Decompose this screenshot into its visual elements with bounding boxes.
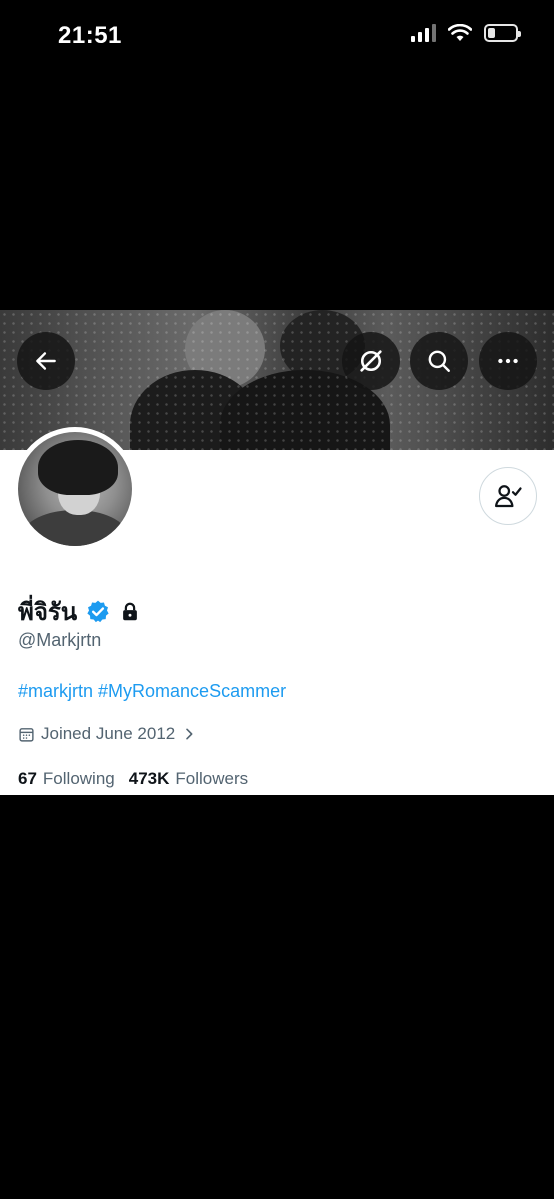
more-button[interactable] (479, 332, 537, 390)
chevron-right-icon (186, 728, 193, 740)
name-row: พี่จิรัน (18, 592, 141, 631)
hashtag-link[interactable]: #MyRomanceScammer (98, 681, 286, 701)
grok-button[interactable] (342, 332, 400, 390)
status-icons (411, 24, 521, 42)
follow-request-button[interactable] (479, 467, 537, 525)
cellular-signal-icon (411, 24, 436, 42)
followers-count[interactable]: 473K (129, 769, 170, 789)
following-label[interactable]: Following (43, 769, 115, 789)
follow-request-icon (495, 485, 522, 508)
status-time: 21:51 (58, 22, 122, 49)
arrow-left-icon (36, 352, 56, 370)
calendar-icon (19, 727, 34, 742)
profile-handle: @Markjrtn (18, 630, 102, 650)
search-icon (428, 350, 450, 372)
joined-date-row[interactable]: Joined June 2012 (18, 724, 197, 744)
grok-icon (360, 350, 382, 372)
followers-label[interactable]: Followers (175, 769, 248, 789)
follow-stats: 67 Following 473K Followers (18, 769, 262, 789)
search-button[interactable] (410, 332, 468, 390)
profile-bio: #markjrtn #MyRomanceScammer (18, 681, 286, 702)
joined-date: Joined June 2012 (41, 724, 176, 743)
verified-badge-icon[interactable] (85, 599, 111, 625)
following-count[interactable]: 67 (18, 769, 37, 789)
display-name: พี่จิรัน (18, 599, 78, 626)
avatar[interactable] (18, 432, 132, 546)
wifi-icon (448, 24, 472, 41)
hashtag-link[interactable]: #markjrtn (18, 681, 93, 701)
status-bar: 21:51 (0, 0, 554, 72)
battery-icon (484, 24, 521, 42)
back-button[interactable] (17, 332, 75, 390)
more-horizontal-icon (498, 358, 518, 364)
lock-icon (123, 602, 138, 620)
